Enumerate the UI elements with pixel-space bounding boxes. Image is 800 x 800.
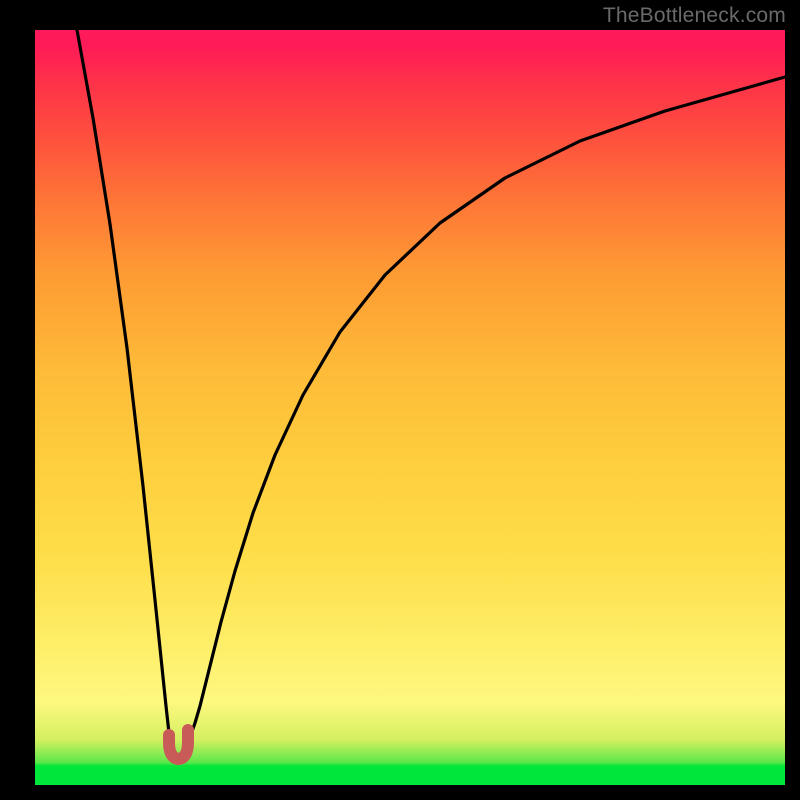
bottleneck-curve-path: [77, 30, 785, 759]
chart-frame: TheBottleneck.com: [0, 0, 800, 800]
plot-area: [35, 30, 785, 785]
watermark-text: TheBottleneck.com: [603, 4, 786, 28]
valley-marker-u: [169, 730, 188, 759]
curve-svg: [35, 30, 785, 785]
